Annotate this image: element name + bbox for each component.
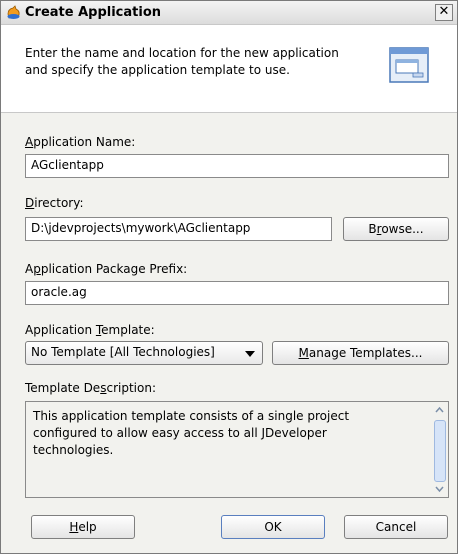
help-button[interactable]: Help	[31, 515, 135, 539]
application-template-value: No Template [All Technologies]	[31, 345, 215, 359]
app-icon	[7, 5, 20, 19]
chevron-down-icon	[245, 351, 255, 357]
create-application-dialog: Create Application ✕ Enter the name and …	[0, 0, 458, 554]
manage-templates-button[interactable]: Manage Templates...	[272, 341, 449, 365]
application-name-label-text: pplication Name:	[33, 135, 136, 149]
package-prefix-label: Application Package Prefix:	[25, 262, 188, 276]
application-template-label: Application Template:	[25, 323, 155, 337]
ok-button[interactable]: OK	[221, 515, 325, 539]
scroll-down-icon[interactable]	[433, 483, 446, 495]
description-line-3: technologies.	[33, 443, 114, 457]
close-button[interactable]: ✕	[435, 4, 453, 21]
package-prefix-field[interactable]: oracle.ag	[25, 281, 449, 305]
description-line-1: This application template consists of a …	[33, 409, 350, 423]
directory-label: Directory:	[25, 196, 84, 210]
dialog-title: Create Application	[25, 5, 162, 20]
scroll-up-icon[interactable]	[433, 404, 446, 416]
browse-button[interactable]: Browse...	[343, 217, 449, 241]
application-template-select[interactable]: No Template [All Technologies]	[25, 341, 263, 365]
description-line-2: configured to allow easy access to all J…	[33, 426, 327, 440]
template-description-box[interactable]: This application template consists of a …	[25, 401, 449, 498]
scroll-thumb[interactable]	[434, 420, 446, 482]
template-description-label: Template Description:	[25, 381, 156, 395]
close-icon: ✕	[438, 4, 450, 19]
cancel-button[interactable]: Cancel	[344, 515, 448, 539]
application-window-icon	[389, 47, 429, 83]
application-name-label: Application Name:	[25, 135, 136, 149]
intro-line-2: and specify the application template to …	[25, 63, 290, 77]
intro-text: Enter the name and location for the new …	[25, 45, 375, 79]
intro-line-1: Enter the name and location for the new …	[25, 46, 339, 60]
application-name-field[interactable]: AGclientapp	[25, 154, 449, 178]
directory-field[interactable]: D:\jdevprojects\mywork\AGclientapp	[25, 217, 332, 241]
header-panel: Enter the name and location for the new …	[1, 25, 457, 113]
template-description-text: This application template consists of a …	[33, 408, 423, 459]
description-scrollbar[interactable]	[433, 404, 446, 495]
title-bar: Create Application ✕	[1, 1, 457, 25]
